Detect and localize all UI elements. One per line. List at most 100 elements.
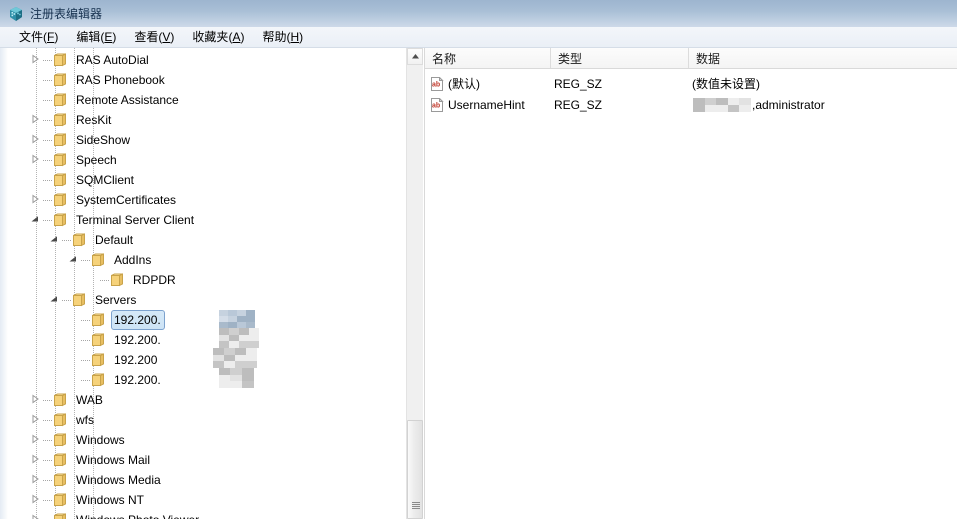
tree-node[interactable]: Windows Mail [30, 450, 154, 470]
menu-item-file[interactable]: 文件(F) [10, 28, 67, 46]
tree-connector [43, 219, 52, 221]
expand-arrow-down-icon[interactable] [68, 254, 80, 266]
tree-node-label: RDPDR [133, 273, 176, 287]
menu-bar: 文件(F) 编辑(E) 查看(V) 收藏夹(A) 帮助(H) [0, 27, 957, 48]
scrollbar-thumb[interactable] [407, 420, 423, 519]
menu-item-help[interactable]: 帮助(H) [253, 28, 312, 46]
expand-arrow-right-icon[interactable] [30, 54, 42, 66]
menu-item-edit[interactable]: 编辑(E) [67, 28, 125, 46]
tree-vertical-scrollbar[interactable] [406, 48, 423, 519]
value-type-label: REG_SZ [554, 76, 603, 91]
value-type-label: REG_SZ [554, 97, 603, 112]
expand-arrow-right-icon[interactable] [30, 434, 42, 446]
svg-text:ab: ab [432, 102, 440, 109]
expand-arrow-right-icon[interactable] [30, 194, 42, 206]
tree-node[interactable]: Windows NT [30, 490, 148, 510]
column-header-name[interactable]: 名称 [425, 48, 551, 68]
column-header-type[interactable]: 类型 [551, 48, 689, 68]
scroll-up-icon [411, 54, 419, 59]
menu-item-view-accel: V [162, 30, 171, 44]
column-header-type-label: 类型 [558, 51, 583, 66]
tree-node[interactable]: SystemCertificates [30, 190, 180, 210]
folder-icon [53, 173, 68, 187]
expand-arrow-down-icon[interactable] [30, 214, 42, 226]
expand-arrow-right-icon[interactable] [30, 494, 42, 506]
registry-tree-pane[interactable]: RAS AutoDial RAS Phonebook Remote Assistan… [0, 48, 406, 519]
folder-icon [53, 453, 68, 467]
values-column-header: 名称 类型 数据 [425, 48, 957, 69]
folder-icon [53, 433, 68, 447]
expand-arrow-down-icon[interactable] [49, 294, 61, 306]
column-header-data[interactable]: 数据 [689, 48, 957, 68]
scroll-up-button[interactable] [407, 48, 423, 65]
tree-node[interactable]: Windows [30, 430, 129, 450]
expand-arrow-right-icon[interactable] [30, 474, 42, 486]
tree-node[interactable]: wfs [30, 410, 98, 430]
value-row[interactable]: ab (默认) REG_SZ (数值未设置) [425, 73, 957, 94]
title-bar[interactable]: 注册表编辑器 [0, 0, 957, 27]
redaction-block [219, 310, 255, 328]
tree-node-label: AddIns [114, 253, 152, 267]
tree-node[interactable]: Terminal Server Client [30, 210, 198, 230]
tree-node[interactable]: ResKit [30, 110, 115, 130]
tree-node[interactable]: 192.200. [68, 310, 165, 330]
registry-values-pane[interactable]: 名称 类型 数据 ab (默认) REG_SZ (数值未设置) ab UsernameHint… [424, 48, 957, 519]
folder-icon [53, 193, 68, 207]
folder-icon [53, 53, 68, 67]
tree-node[interactable]: AddIns [68, 250, 155, 270]
tree-node[interactable]: SQMClient [30, 170, 138, 190]
tree-node[interactable]: Windows Photo Viewer [30, 510, 203, 519]
folder-icon [53, 213, 68, 227]
tree-node[interactable]: Remote Assistance [30, 90, 183, 110]
tree-node-label: Default [95, 233, 134, 247]
tree-node[interactable]: 192.200. [68, 330, 165, 350]
tree-connector [62, 239, 71, 241]
tree-node-label: 192.200. [114, 333, 161, 347]
expand-arrow-right-icon[interactable] [30, 394, 42, 406]
tree-node[interactable]: Windows Media [30, 470, 165, 490]
tree-node[interactable]: RAS AutoDial [30, 50, 153, 70]
value-row[interactable]: ab UsernameHint REG_SZ ,administrator [425, 94, 957, 115]
folder-icon [91, 253, 106, 267]
menu-item-view[interactable]: 查看(V) [125, 28, 183, 46]
registry-editor-window: 注册表编辑器 文件(F) 编辑(E) 查看(V) 收藏夹(A) 帮助(H) RA… [0, 0, 957, 519]
tree-node-label: 192.200 [114, 353, 158, 367]
folder-icon [53, 393, 68, 407]
tree-node[interactable]: Speech [30, 150, 121, 170]
tree-node[interactable]: Servers [49, 290, 140, 310]
menu-item-file-label: 文件 [19, 30, 44, 44]
folder-icon [91, 313, 106, 327]
menu-item-favorites[interactable]: 收藏夹(A) [183, 28, 253, 46]
tree-connector [43, 179, 52, 181]
tree-node-label: ResKit [76, 113, 112, 127]
expand-arrow-right-icon[interactable] [30, 414, 42, 426]
tree-connector [43, 499, 52, 501]
tree-node[interactable]: RAS Phonebook [30, 70, 169, 90]
tree-node[interactable]: 192.200. [68, 370, 165, 390]
expand-arrow-right-icon[interactable] [30, 514, 42, 519]
value-data-cell: ,administrator [692, 94, 825, 115]
folder-icon [53, 513, 68, 519]
tree-node-label: Windows Mail [76, 453, 151, 467]
tree-connector [43, 399, 52, 401]
menu-item-help-label: 帮助 [262, 30, 287, 44]
expand-arrow-right-icon[interactable] [30, 154, 42, 166]
folder-icon [72, 293, 87, 307]
tree-connector [43, 79, 52, 81]
tree-node[interactable]: RDPDR [87, 270, 180, 290]
folder-icon [72, 233, 87, 247]
folder-icon [53, 473, 68, 487]
expand-arrow-down-icon[interactable] [49, 234, 61, 246]
tree-connector [43, 459, 52, 461]
tree-node[interactable]: WAB [30, 390, 107, 410]
tree-node[interactable]: SideShow [30, 130, 134, 150]
expand-arrow-right-icon[interactable] [30, 114, 42, 126]
tree-node[interactable]: 192.200 [68, 350, 161, 370]
string-value-icon: ab [430, 75, 444, 91]
expand-arrow-right-icon[interactable] [30, 134, 42, 146]
tree-node[interactable]: Default [49, 230, 137, 250]
expand-arrow-right-icon[interactable] [30, 454, 42, 466]
